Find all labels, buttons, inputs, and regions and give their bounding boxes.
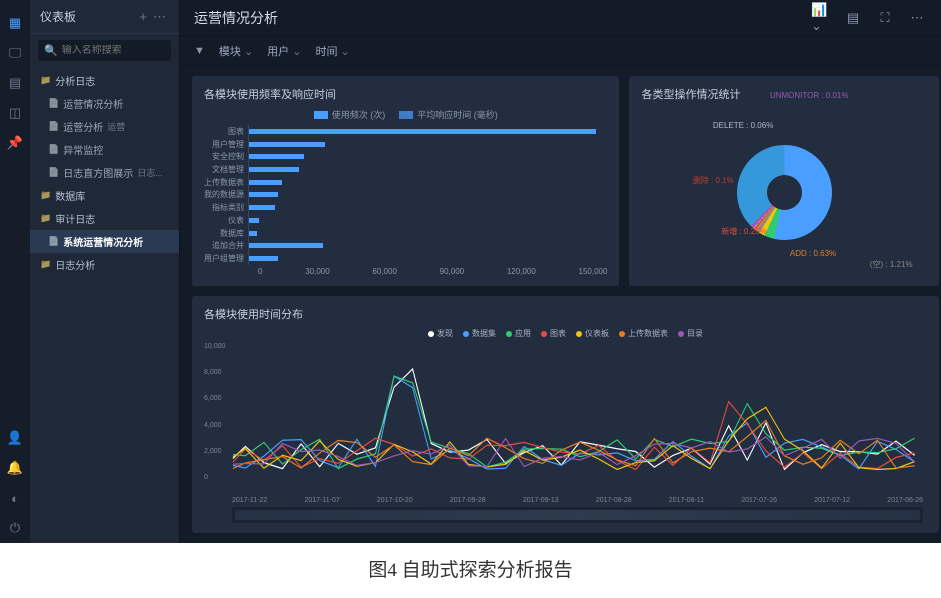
legend-swatch	[314, 111, 328, 119]
grid-icon[interactable]: ▤	[6, 74, 24, 92]
search-box[interactable]: 🔍	[38, 40, 171, 61]
sidebar-header: 仪表板 + ⋯	[30, 0, 179, 34]
search-icon: 🔍	[44, 44, 58, 57]
filter-bar: ▼ 模块 用户 时间	[180, 37, 941, 66]
card-grid: 各模块使用频率及响应时间 使用频次 (次) 平均响应时间 (毫秒) 图表用户管理…	[180, 66, 941, 543]
bar-x-axis: 030,00060,00090,000120,000150,000	[204, 267, 607, 276]
sidebar: 仪表板 + ⋯ 🔍 分析日志运营情况分析运营分析运营异常监控日志直方图展示日志.…	[30, 0, 180, 543]
user-icon[interactable]: 👤	[6, 429, 24, 447]
pie-chart: 查询 : 53.45%QUERY : 39.1%更新 : 3.3%UPDATE …	[641, 108, 927, 276]
filter-module[interactable]: 模块	[219, 43, 253, 59]
filter-user[interactable]: 用户	[267, 43, 301, 59]
pie-label: 删除 : 0.1%	[693, 175, 734, 186]
main-area: 运营情况分析 📊⌄ ▤ ⛶ ⋯ ▼ 模块 用户 时间 各模块使用频率及响应时间 …	[180, 0, 941, 543]
icon-rail: ▦ 🖵 ▤ ◫ 📌 👤 🔔 ◐ ⏻	[0, 0, 30, 543]
tree-node[interactable]: 日志直方图展示日志...	[30, 161, 179, 184]
legend-swatch	[399, 111, 413, 119]
pie-label: DELETE : 0.06%	[713, 121, 773, 130]
filter-time[interactable]: 时间	[315, 43, 349, 59]
tree-node[interactable]: 日志分析	[30, 253, 179, 276]
more-icon[interactable]: ⋯	[150, 9, 169, 25]
topbar: 运营情况分析 📊⌄ ▤ ⛶ ⋯	[180, 0, 941, 37]
moon-icon[interactable]: ◐	[6, 489, 24, 507]
list-icon[interactable]: ▤	[843, 10, 863, 26]
tree-node[interactable]: 系统运营情况分析	[30, 230, 179, 253]
timeline-scrubber[interactable]	[232, 507, 923, 523]
add-icon[interactable]: +	[136, 9, 150, 24]
card-bar-chart: 各模块使用频率及响应时间 使用频次 (次) 平均响应时间 (毫秒) 图表用户管理…	[192, 76, 619, 286]
menu-icon[interactable]: ⋯	[907, 10, 927, 26]
bar-chart: 图表用户管理安全控制文档管理上传数据表我的数据源指标类别仪表数据库追加合并用户组…	[204, 125, 607, 265]
pie-label: 新增 : 0.25%	[721, 226, 766, 237]
filter-icon[interactable]: ▼	[194, 45, 205, 57]
monitor-icon[interactable]: 🖵	[6, 44, 24, 62]
search-input[interactable]	[62, 45, 165, 56]
pie-label: (空) : 1.21%	[870, 259, 913, 270]
card-line-chart: 各模块使用时间分布 发现数据集应用图表仪表板上传数据表目录 10,0008,00…	[192, 296, 939, 533]
figure-caption: 图4 自助式探索分析报告	[0, 543, 941, 582]
dashboard-icon[interactable]: ▦	[6, 14, 24, 32]
pin-icon[interactable]: 📌	[6, 134, 24, 152]
card-title: 各模块使用时间分布	[204, 306, 927, 322]
tree-node[interactable]: 分析日志	[30, 69, 179, 92]
fullscreen-icon[interactable]: ⛶	[875, 10, 895, 26]
sidebar-title: 仪表板	[40, 8, 136, 25]
tree-node[interactable]: 运营情况分析	[30, 92, 179, 115]
tree-node[interactable]: 审计日志	[30, 207, 179, 230]
nav-tree: 分析日志运营情况分析运营分析运营异常监控日志直方图展示日志...数据库审计日志系…	[30, 67, 179, 543]
line-legend: 发现数据集应用图表仪表板上传数据表目录	[204, 328, 927, 339]
line-x-axis: 2017-11-222017-11-072017-10-202017-09-28…	[204, 495, 927, 504]
app-root: ▦ 🖵 ▤ ◫ 📌 👤 🔔 ◐ ⏻ 仪表板 + ⋯ 🔍 分析日志运营情况分析运营…	[0, 0, 941, 543]
tree-node[interactable]: 数据库	[30, 184, 179, 207]
card-pie-chart: 各类型操作情况统计 查询 : 53.45%QUERY : 39.1%更新 : 3…	[629, 76, 939, 286]
page-title: 运营情况分析	[194, 8, 799, 28]
power-icon[interactable]: ⏻	[6, 519, 24, 537]
pie-label: UNMONITOR : 0.01%	[770, 91, 849, 100]
chart-type-icon[interactable]: 📊⌄	[811, 10, 831, 26]
line-chart: 10,0008,0006,0004,0002,0000	[204, 343, 927, 495]
bell-icon[interactable]: 🔔	[6, 459, 24, 477]
bar-legend: 使用频次 (次) 平均响应时间 (毫秒)	[204, 108, 607, 121]
layers-icon[interactable]: ◫	[6, 104, 24, 122]
tree-node[interactable]: 运营分析运营	[30, 115, 179, 138]
pie-label: ADD : 0.63%	[790, 249, 836, 258]
card-title: 各模块使用频率及响应时间	[204, 86, 607, 102]
tree-node[interactable]: 异常监控	[30, 138, 179, 161]
